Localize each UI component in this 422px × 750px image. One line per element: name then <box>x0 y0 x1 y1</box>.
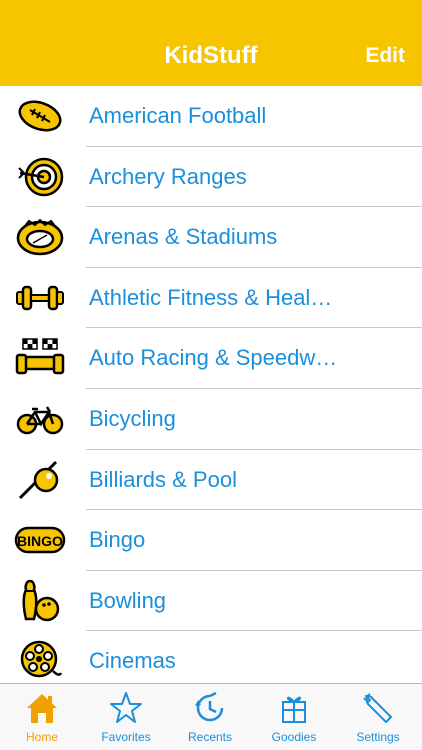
tab-label: Goodies <box>271 730 317 744</box>
bowling-icon <box>14 579 66 623</box>
navigation-bar: KidStuff Edit <box>0 0 422 86</box>
list-item-label: American Football <box>89 103 267 128</box>
clock-icon <box>195 691 224 722</box>
list-item[interactable]: BINGO Bingo <box>0 510 422 571</box>
tab-recents[interactable]: Recents <box>168 684 252 750</box>
list-item[interactable]: Athletic Fitness & Heal… <box>0 268 422 329</box>
list-item[interactable]: Bowling <box>0 571 422 632</box>
dumbbell-icon <box>14 276 66 320</box>
list-item[interactable]: Billiards & Pool <box>0 450 422 511</box>
film-reel-icon <box>14 639 66 683</box>
edit-button[interactable]: Edit <box>365 44 405 68</box>
svg-text:BINGO: BINGO <box>17 533 63 549</box>
football-icon <box>14 94 66 138</box>
star-icon <box>110 692 142 723</box>
list-item[interactable]: Auto Racing & Speedw… <box>0 328 422 389</box>
list-item-label: Bicycling <box>89 405 176 431</box>
wrench-icon <box>363 693 392 723</box>
list-item-label: Arenas & Stadiums <box>89 224 278 250</box>
tab-label: Favorites <box>101 730 151 744</box>
tab-label: Recents <box>187 730 233 744</box>
gift-icon <box>282 696 306 723</box>
tab-goodies[interactable]: Goodies <box>252 684 336 750</box>
billiard-cue-icon <box>14 458 66 502</box>
bicycle-icon <box>14 397 66 441</box>
tab-home[interactable]: Home <box>0 684 84 750</box>
archery-target-icon <box>14 155 66 199</box>
category-list: American Football Archery Ranges Arenas <box>0 86 422 692</box>
tab-bar: Home Favorites Recents Goodies Settings <box>0 683 422 750</box>
tab-label: Home <box>25 730 58 744</box>
list-item-label: Archery Ranges <box>89 163 247 189</box>
list-item-label: Athletic Fitness & Heal… <box>89 284 333 310</box>
race-car-icon <box>14 336 66 380</box>
list-item-label: Auto Racing & Speedw… <box>89 345 338 371</box>
bingo-icon: BINGO <box>14 518 66 562</box>
list-item-label: Bingo <box>89 527 146 553</box>
home-icon <box>27 694 57 723</box>
list-item[interactable]: Arenas & Stadiums <box>0 207 422 268</box>
list-item[interactable]: American Football <box>0 86 422 147</box>
tab-label: Settings <box>356 730 400 744</box>
list-item-label: Bowling <box>89 587 167 613</box>
stadium-icon <box>14 215 66 259</box>
tab-settings[interactable]: Settings <box>336 684 420 750</box>
tab-favorites[interactable]: Favorites <box>84 684 168 750</box>
list-item[interactable]: Bicycling <box>0 389 422 450</box>
page-title: KidStuff <box>164 42 258 69</box>
list-item[interactable]: Archery Ranges <box>0 147 422 208</box>
list-item-label: Billiards & Pool <box>89 466 237 492</box>
